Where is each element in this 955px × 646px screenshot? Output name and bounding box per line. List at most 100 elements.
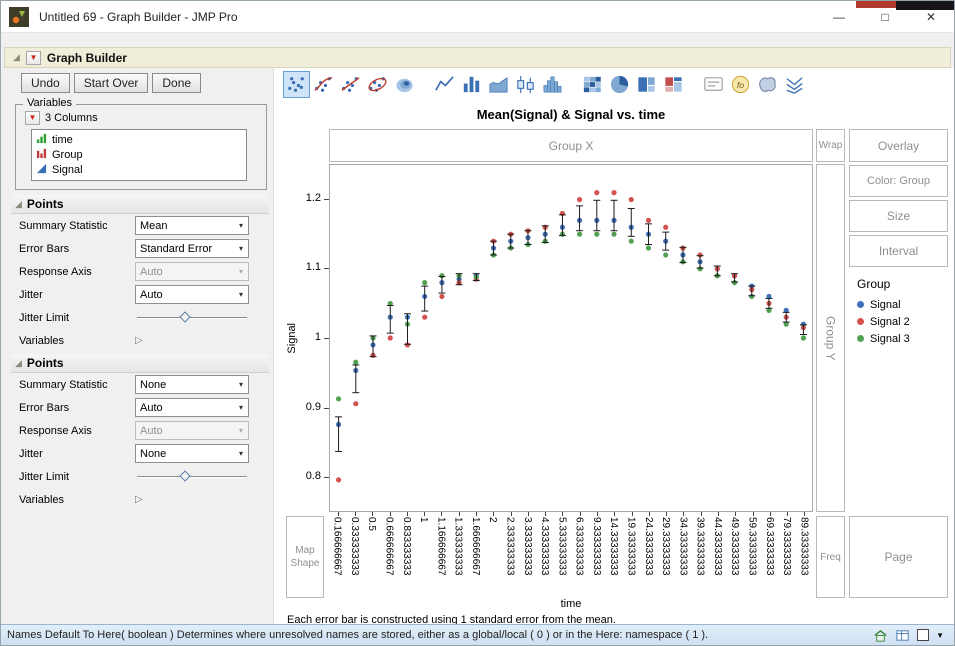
toolbar-heatmap-icon[interactable] [579,71,606,98]
toolbar-ellipse-icon[interactable] [364,71,391,98]
x-tick-label: 5.333333333 [556,517,567,575]
legend-item-signal-3[interactable]: Signal 3 [857,330,949,347]
x-tick-label: 69.33333333 [764,517,775,575]
start-over-button[interactable]: Start Over [74,73,149,93]
drop-zone-color[interactable]: Color: Group [849,165,948,197]
point-signal-3[interactable] [629,239,634,244]
x-axis-title[interactable]: time [329,598,813,610]
point-signal-2[interactable] [594,190,599,195]
status-checkbox[interactable] [917,629,929,641]
scatter-plot[interactable] [330,165,812,511]
jitter-dropdown[interactable]: Auto▾ [135,285,249,304]
point-signal-2[interactable] [422,315,427,320]
toolbar-mosaic-icon[interactable] [660,71,687,98]
jitter-dropdown[interactable]: None▾ [135,444,249,463]
point-signal-3[interactable] [611,232,616,237]
point-signal-2[interactable] [646,218,651,223]
plot-area[interactable] [329,164,813,512]
drop-zone-page[interactable]: Page [849,516,948,598]
summary-statistic-dropdown[interactable]: None▾ [135,375,249,394]
graph-builder-outline-header[interactable]: ◢ ▼ Graph Builder [4,47,951,68]
done-button[interactable]: Done [152,73,201,93]
point-signal-2[interactable] [336,477,341,482]
legend-item-signal[interactable]: Signal [857,296,949,313]
toolbar-treemap-icon[interactable] [633,71,660,98]
error-bars-dropdown[interactable]: Standard Error▾ [135,239,249,258]
column-item-group[interactable]: Group [36,147,242,162]
minimize-icon: — [833,10,845,24]
point-signal-2[interactable] [629,197,634,202]
x-tick-mark [372,512,373,516]
slider-thumb[interactable] [180,311,191,322]
x-tick-label: 3.333333333 [522,517,533,575]
point-signal-3[interactable] [594,232,599,237]
drop-zone-group-y[interactable]: Group Y [816,164,845,512]
error-bars-dropdown[interactable]: Auto▾ [135,398,249,417]
toolbar-bar-icon[interactable] [458,71,485,98]
drop-zone-overlay[interactable]: Overlay [849,129,948,162]
point-signal-2[interactable] [388,335,393,340]
point-signal-2[interactable] [663,225,668,230]
toolbar-contour-icon[interactable] [391,71,418,98]
toolbar-formula-icon[interactable]: fo [727,71,754,98]
point-signal-3[interactable] [663,252,668,257]
chevron-down-icon: ▾ [234,290,248,299]
response-axis-dropdown[interactable]: Auto▾ [135,262,249,281]
data-table-icon[interactable] [895,628,910,643]
points-panel-header-1[interactable]: ◢Points [11,195,269,214]
column-item-time[interactable]: time [36,132,242,147]
points-panel-header-2[interactable]: ◢Points [11,354,269,373]
point-signal-3[interactable] [422,280,427,285]
drop-zone-freq[interactable]: Freq [816,516,845,598]
drop-zone-size[interactable]: Size [849,200,948,232]
column-item-signal[interactable]: Signal [36,162,242,177]
drop-zone-map-shape[interactable]: Map Shape [286,516,324,598]
toolbar-points-icon[interactable] [283,71,310,98]
jitter-limit-slider[interactable] [135,467,249,486]
summary-statistic-dropdown[interactable]: Mean▾ [135,216,249,235]
point-signal-2[interactable] [439,294,444,299]
jitter-limit-slider[interactable] [135,308,249,327]
point-signal-2[interactable] [353,401,358,406]
point-signal-3[interactable] [353,360,358,365]
dropdown-value: None [136,448,234,460]
columns-red-triangle-menu[interactable]: ▼ [25,111,40,125]
toolbar-pie-icon[interactable] [606,71,633,98]
toolbar-map-shapes-icon[interactable] [754,71,781,98]
point-signal-3[interactable] [577,232,582,237]
toolbar-line-icon[interactable] [431,71,458,98]
drop-zone-interval[interactable]: Interval [849,235,948,267]
toolbar-line-of-fit-icon[interactable] [337,71,364,98]
red-triangle-menu-button[interactable]: ▼ [26,51,41,65]
dropdown-value: Auto [136,266,234,278]
points-panel-1: ◢PointsSummary StatisticMean▾Error BarsS… [11,195,269,352]
point-signal-3[interactable] [646,245,651,250]
undo-button[interactable]: Undo [21,73,70,93]
toolbar-histogram-icon[interactable] [539,71,566,98]
toolbar-caption-box-icon[interactable] [700,71,727,98]
drop-zone-wrap[interactable]: Wrap [816,129,845,162]
legend-item-signal-2[interactable]: Signal 2 [857,313,949,330]
legend-marker [857,335,864,342]
response-axis-label: Response Axis [19,425,92,437]
point-signal-2[interactable] [611,190,616,195]
toolbar-area-icon[interactable] [485,71,512,98]
disclosure-open-icon[interactable]: ◢ [13,53,20,62]
drop-zone-group-x[interactable]: Group X [329,129,813,162]
disclosure-closed-icon[interactable]: ▷ [135,494,143,505]
disclosure-closed-icon[interactable]: ▷ [135,335,143,346]
point-signal-2[interactable] [577,197,582,202]
toolbar-smoother-icon[interactable] [310,71,337,98]
home-window-icon[interactable] [873,628,888,643]
columns-list[interactable]: timeGroupSignal [31,129,247,181]
slider-thumb[interactable] [180,470,191,481]
error-bar [611,200,618,230]
status-dropdown-arrow-icon[interactable]: ▼ [936,631,944,640]
jitter-control: Auto▾ [135,285,257,304]
toolbar-parallel-icon[interactable] [781,71,808,98]
point-signal-3[interactable] [801,335,806,340]
x-tick-mark [511,512,512,516]
point-signal-3[interactable] [336,396,341,401]
toolbar-box-plot-icon[interactable] [512,71,539,98]
response-axis-dropdown[interactable]: Auto▾ [135,421,249,440]
